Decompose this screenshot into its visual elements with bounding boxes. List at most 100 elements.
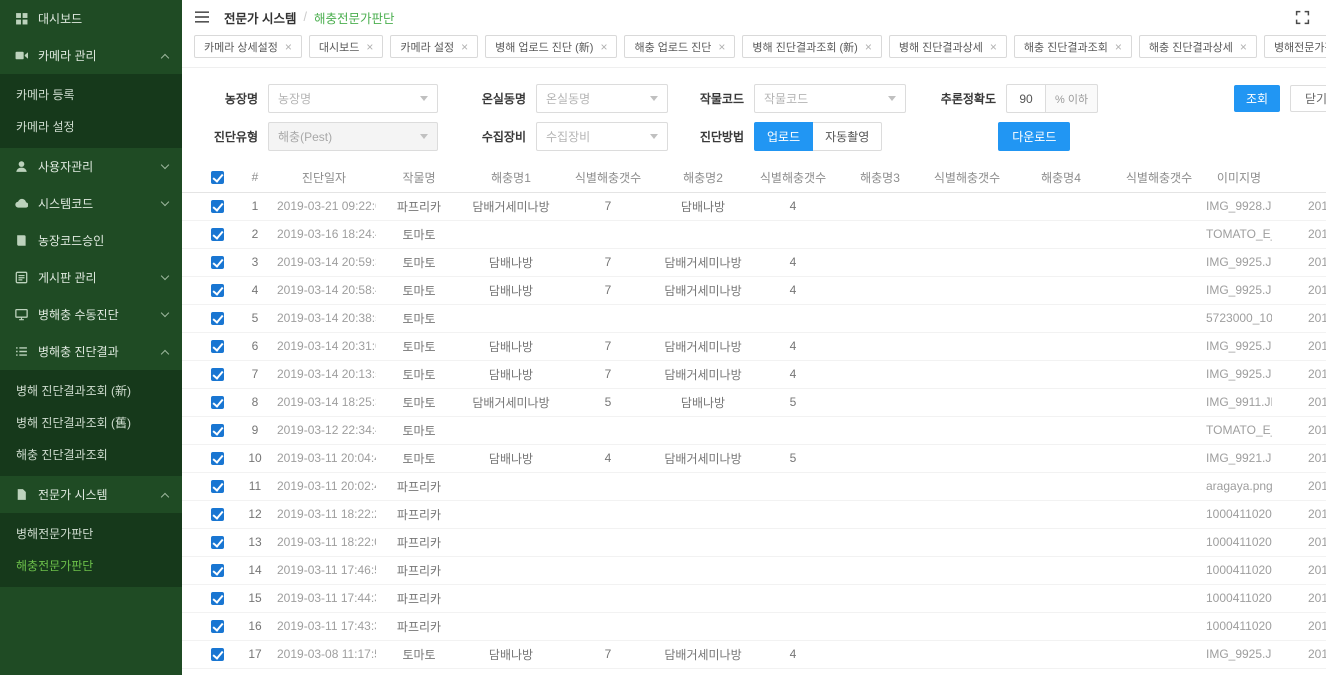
sidebar-item-disease-expert-judgment[interactable]: 병해전문가판단: [0, 517, 182, 549]
tab-insect-upload-diagnosis[interactable]: 해충 업로드 진단×: [624, 35, 735, 58]
download-button[interactable]: 다운로드: [998, 122, 1070, 151]
greenhouse-select[interactable]: 온실동명: [536, 84, 668, 113]
row-checkbox[interactable]: [211, 396, 224, 409]
close-button[interactable]: 닫기: [1290, 85, 1326, 112]
search-button[interactable]: 조회: [1234, 85, 1280, 112]
method-auto-button[interactable]: 자동촬영: [813, 122, 882, 151]
row-checkbox[interactable]: [211, 620, 224, 633]
sidebar-item-camera-management[interactable]: 카메라 관리: [0, 37, 182, 74]
row-checkbox[interactable]: [211, 536, 224, 549]
cell-reg-date: 201: [1272, 332, 1326, 360]
sidebar-item-pest-diagnosis-results[interactable]: 병해충 진단결과: [0, 333, 182, 370]
table-row[interactable]: 62019-03-14 20:31:03토마토담배나방7담배거세미나방4IMG_…: [182, 332, 1326, 360]
crop-code-select[interactable]: 작물코드: [754, 84, 906, 113]
cell-count2: 4: [750, 248, 836, 276]
sidebar-item-user-management[interactable]: 사용자관리: [0, 148, 182, 185]
camera-icon: [15, 49, 28, 62]
device-select[interactable]: 수집장비: [536, 122, 668, 151]
sidebar-item-farm-code-approval[interactable]: 농장코드승인: [0, 222, 182, 259]
row-checkbox[interactable]: [211, 480, 224, 493]
sidebar-item-dashboard[interactable]: 대시보드: [0, 0, 182, 37]
cell-pest3: [836, 220, 924, 248]
accuracy-suffix: % 이하: [1046, 84, 1098, 113]
row-checkbox[interactable]: [211, 340, 224, 353]
farm-name-select[interactable]: 농장명: [268, 84, 438, 113]
close-icon[interactable]: ×: [461, 41, 468, 53]
hamburger-icon[interactable]: [194, 10, 210, 24]
table-row[interactable]: 72019-03-14 20:13:53토마토담배나방7담배거세미나방4IMG_…: [182, 360, 1326, 388]
top-bar: 전문가 시스템 / 해충전문가판단: [182, 0, 1326, 34]
chevron-up-icon: [161, 349, 169, 357]
tab-dashboard[interactable]: 대시보드×: [309, 35, 384, 58]
row-checkbox[interactable]: [211, 508, 224, 521]
row-checkbox[interactable]: [211, 564, 224, 577]
table-row[interactable]: 102019-03-11 20:04:40토마토담배나방4담배거세미나방5IMG…: [182, 444, 1326, 472]
table-row[interactable]: 112019-03-11 20:02:41파프리카aragaya.png201: [182, 472, 1326, 500]
row-checkbox[interactable]: [211, 452, 224, 465]
row-checkbox[interactable]: [211, 648, 224, 661]
accuracy-input[interactable]: [1006, 84, 1046, 113]
table-row[interactable]: 82019-03-14 18:25:32토마토담배거세미나방5담배나방5IMG_…: [182, 388, 1326, 416]
tab-camera-settings[interactable]: 카메라 설정×: [390, 35, 478, 58]
tab-disease-results-new[interactable]: 병해 진단결과조회 (新)×: [742, 35, 881, 58]
row-checkbox[interactable]: [211, 368, 224, 381]
close-icon[interactable]: ×: [366, 41, 373, 53]
table-row[interactable]: 142019-03-11 17:46:58파프리카1000411020...20…: [182, 556, 1326, 584]
table-row[interactable]: 122019-03-11 18:22:20파프리카1000411020...20…: [182, 500, 1326, 528]
table-row[interactable]: 152019-03-11 17:44:33파프리카1000411020...20…: [182, 584, 1326, 612]
sidebar-item-camera-register[interactable]: 카메라 등록: [0, 78, 182, 110]
sidebar-item-expert-system[interactable]: 전문가 시스템: [0, 476, 182, 513]
tab-camera-detail-settings[interactable]: 카메라 상세설정×: [194, 35, 302, 58]
sidebar-item-insect-results[interactable]: 해충 진단결과조회: [0, 438, 182, 470]
cell-crop: 토마토: [376, 388, 462, 416]
sidebar-item-disease-results-new[interactable]: 병해 진단결과조회 (新): [0, 374, 182, 406]
table-row[interactable]: 132019-03-11 18:22:03파프리카1000411020...20…: [182, 528, 1326, 556]
table-row[interactable]: 22019-03-16 18:24:43토마토TOMATO_E_...201: [182, 220, 1326, 248]
table-row[interactable]: 42019-03-14 20:58:46토마토담배나방7담배거세미나방4IMG_…: [182, 276, 1326, 304]
close-icon[interactable]: ×: [865, 41, 872, 53]
close-icon[interactable]: ×: [718, 41, 725, 53]
column-header: [1272, 163, 1326, 192]
tab-insect-result-detail[interactable]: 해충 진단결과상세×: [1139, 35, 1257, 58]
row-checkbox[interactable]: [211, 312, 224, 325]
diagnosis-type-label: 진단유형: [182, 128, 258, 145]
cell-count4: [1112, 388, 1206, 416]
row-checkbox[interactable]: [211, 228, 224, 241]
tab-disease-upload-diagnosis-new[interactable]: 병해 업로드 진단 (新)×: [485, 35, 617, 58]
close-icon[interactable]: ×: [600, 41, 607, 53]
row-checkbox[interactable]: [211, 200, 224, 213]
approval-icon: [15, 234, 28, 247]
tab-disease-result-detail[interactable]: 병해 진단결과상세×: [889, 35, 1007, 58]
diagnosis-type-select[interactable]: 해충(Pest): [268, 122, 438, 151]
tab-insect-results[interactable]: 해충 진단결과조회×: [1014, 35, 1132, 58]
sidebar-item-board-management[interactable]: 게시판 관리: [0, 259, 182, 296]
cell-count3: [924, 388, 1010, 416]
method-upload-button[interactable]: 업로드: [754, 122, 813, 151]
table-row[interactable]: 12019-03-21 09:22:00파프리카담배거세미나방7담배나방4IMG…: [182, 192, 1326, 220]
sidebar-item-disease-results-old[interactable]: 병해 진단결과조회 (舊): [0, 406, 182, 438]
cell-pest3: [836, 360, 924, 388]
close-icon[interactable]: ×: [1115, 41, 1122, 53]
close-icon[interactable]: ×: [285, 41, 292, 53]
close-icon[interactable]: ×: [990, 41, 997, 53]
cell-no: 15: [238, 584, 272, 612]
sidebar-item-camera-settings[interactable]: 카메라 설정: [0, 110, 182, 142]
sidebar-item-pest-manual-diagnosis[interactable]: 병해충 수동진단: [0, 296, 182, 333]
fullscreen-icon[interactable]: [1295, 10, 1310, 25]
row-checkbox[interactable]: [211, 592, 224, 605]
cell-image: IMG_9925.JPG: [1206, 276, 1272, 304]
select-all-checkbox[interactable]: [211, 171, 224, 184]
sidebar-item-system-code[interactable]: 시스템코드: [0, 185, 182, 222]
row-checkbox[interactable]: [211, 284, 224, 297]
close-icon[interactable]: ×: [1240, 41, 1247, 53]
row-checkbox[interactable]: [211, 256, 224, 269]
cell-crop: 파프리카: [376, 556, 462, 584]
table-row[interactable]: 92019-03-12 22:34:44토마토TOMATO_E_...201: [182, 416, 1326, 444]
row-checkbox[interactable]: [211, 424, 224, 437]
tab-disease-expert-judgment[interactable]: 병해전문가판단×: [1264, 35, 1326, 58]
table-row[interactable]: 162019-03-11 17:43:34파프리카1000411020...20…: [182, 612, 1326, 640]
table-row[interactable]: 52019-03-14 20:38:56토마토5723000_10...201: [182, 304, 1326, 332]
sidebar-item-insect-expert-judgment[interactable]: 해충전문가판단: [0, 549, 182, 581]
table-row[interactable]: 32019-03-14 20:59:38토마토담배나방7담배거세미나방4IMG_…: [182, 248, 1326, 276]
table-row[interactable]: 172019-03-08 11:17:59토마토담배나방7담배거세미나방4IMG…: [182, 640, 1326, 668]
